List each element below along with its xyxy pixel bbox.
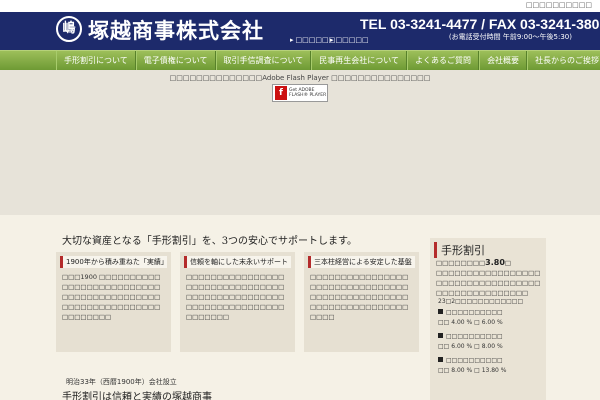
flash-logo-icon: f: [275, 86, 287, 100]
header-link-label: □□□□□: [335, 36, 369, 44]
feature-card-body: □□□□□□□□□□□□□□□□□□□□□□□□□□□□□□□□□□□□□□□□…: [310, 273, 409, 321]
company-name[interactable]: 塚越商事株式会社: [88, 15, 264, 45]
lead-heading: 大切な資産となる「手形割引」を、3つの安心でサポートします。: [62, 236, 358, 247]
nav-item-greeting[interactable]: 社長からのご挨拶: [527, 51, 600, 71]
square-bullet-icon: [438, 333, 443, 338]
panel-title: 手形割引: [434, 242, 485, 258]
flash-placeholder: □□□□□□□□□□□□□□Adobe Flash Player □□□□□□□…: [0, 70, 600, 215]
rate-value: 3.80: [485, 258, 505, 267]
arrow-right-icon: ▸: [290, 36, 294, 44]
rate-item: □□□□□□□□□□ □□ 8.00 % □ 13.80 %: [438, 356, 506, 376]
square-bullet-icon: [438, 309, 443, 314]
rate-item: □□□□□□□□□□ □□ 4.00 % □ 6.00 %: [438, 308, 503, 328]
nav-item-company[interactable]: 会社概要: [479, 51, 528, 71]
founded-note: 明治33年（西暦1900年）会社設立: [66, 378, 177, 386]
feature-card-title: 信頼を軸にした末永いサポート: [184, 256, 291, 268]
rate-suffix: □: [504, 259, 512, 267]
get-flash-player-button[interactable]: f Get ADOBE FLASH® PLAYER: [272, 84, 328, 102]
rate-date-note: 23□2□□□□□□□□□□□□: [438, 298, 524, 305]
minimum-rate: □□□□□□□□3.80□: [436, 258, 511, 267]
rate-item-range: □□ 8.00 % □ 13.80 %: [438, 367, 507, 374]
main-content: 大切な資産となる「手形割引」を、3つの安心でサポートします。 1900年から積み…: [0, 215, 600, 400]
flash-badge-line-2: FLASH® PLAYER: [289, 93, 327, 98]
tagline-heading: 手形割引は信頼と実績の塚越商事: [62, 392, 212, 400]
rate-item: □□□□□□□□□□ □□ 6.00 % □ 8.00 %: [438, 332, 503, 352]
arrow-right-icon: ▸: [330, 36, 334, 44]
phone-fax-numbers: TEL 03-3241-4477 / FAX 03-3241-3806: [360, 16, 600, 32]
feature-card: 1900年から積み重ねた「実績」 □□□1900 □□□□□□□□□□□□□□□…: [56, 252, 171, 352]
rate-prefix: □□□□□□□□: [436, 259, 486, 267]
rate-item-range: □□ 6.00 % □ 8.00 %: [438, 343, 503, 350]
feature-card-title: 1900年から積み重ねた「実績」: [60, 256, 167, 268]
rate-item-label: □□□□□□□□□□: [446, 333, 503, 340]
phone-hours: (お電話受付時間 午前9:00〜午後5:30): [448, 33, 572, 41]
feature-card: 三本柱経営による安定した基盤 □□□□□□□□□□□□□□□□□□□□□□□□□…: [304, 252, 419, 352]
feature-card-body: □□□□□□□□□□□□□□□□□□□□□□□□□□□□□□□□□□□□□□□□…: [186, 273, 285, 321]
nav-item-tegata[interactable]: 手形割引について: [56, 51, 136, 71]
global-nav: 手形割引について 電子債権について 取引手信調査について 民事再生会社について …: [0, 50, 600, 71]
site-header: 嶋 塚越商事株式会社 TEL 03-3241-4477 / FAX 03-324…: [0, 12, 600, 50]
nav-item-chousa[interactable]: 取引手信調査について: [215, 51, 312, 71]
flash-message: □□□□□□□□□□□□□□Adobe Flash Player □□□□□□□…: [169, 74, 431, 82]
nav-item-faq[interactable]: よくあるご質問: [407, 51, 480, 71]
company-logo-icon[interactable]: 嶋: [56, 16, 82, 42]
panel-description: □□□□□□□□□□□□□□□□□□□□□□□□□□□□□□□□□□□□□□□□…: [436, 269, 541, 297]
square-bullet-icon: [438, 357, 443, 362]
nav-item-minji[interactable]: 民事再生会社について: [311, 51, 408, 71]
discount-rate-panel: 手形割引 □□□□□□□□3.80□ □□□□□□□□□□□□□□□□□□□□□…: [430, 238, 546, 400]
top-strip: □□□□□□□□□□: [0, 0, 600, 12]
sitemap-link[interactable]: □□□□□□□□□□: [526, 1, 592, 9]
header-link-contact[interactable]: ▸ □□□□□□: [290, 36, 335, 44]
nav-item-denshi[interactable]: 電子債権について: [135, 51, 216, 71]
rate-item-range: □□ 4.00 % □ 6.00 %: [438, 319, 503, 326]
rate-item-label: □□□□□□□□□□: [446, 309, 503, 316]
rate-item-label: □□□□□□□□□□: [446, 357, 503, 364]
feature-card-body: □□□1900 □□□□□□□□□□□□□□□□□□□□□□□□□□□□□□□□…: [62, 273, 161, 321]
header-link-access[interactable]: ▸ □□□□□: [330, 36, 369, 44]
feature-card: 信頼を軸にした末永いサポート □□□□□□□□□□□□□□□□□□□□□□□□□…: [180, 252, 295, 352]
feature-card-title: 三本柱経営による安定した基盤: [308, 256, 415, 268]
